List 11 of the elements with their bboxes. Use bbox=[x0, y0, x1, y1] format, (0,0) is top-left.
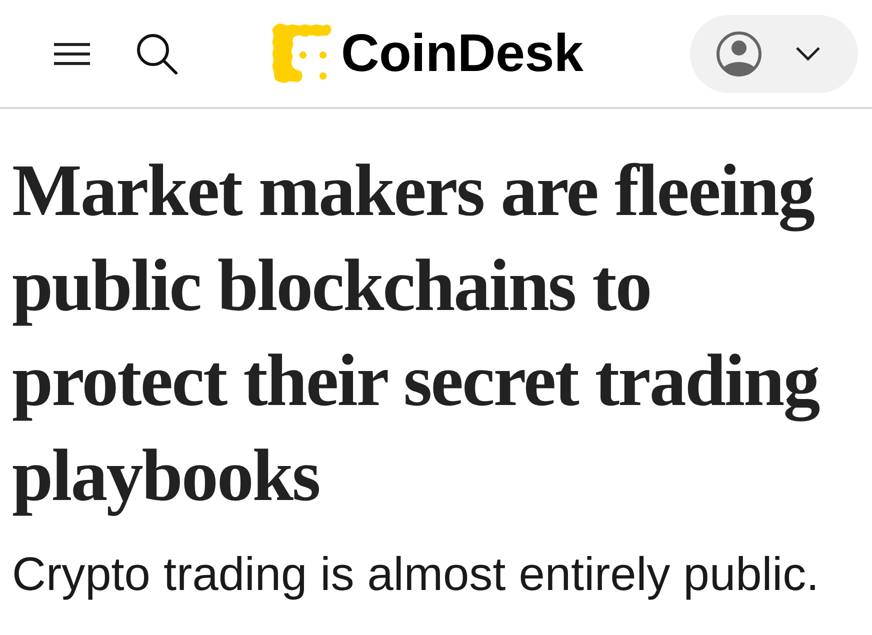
menu-button[interactable] bbox=[54, 42, 90, 66]
logo-link[interactable]: CoinDesk bbox=[272, 23, 584, 84]
user-avatar-icon bbox=[716, 30, 762, 76]
article-headline: Market makers are fleeing public blockchains to protect their secret trading playbooks bbox=[12, 149, 820, 519]
search-button[interactable] bbox=[136, 32, 178, 74]
article-subheadline: Crypto trading is almost entirely public. bbox=[12, 546, 820, 602]
logo-icon bbox=[272, 23, 332, 84]
chevron-down-icon bbox=[795, 46, 821, 61]
search-icon bbox=[136, 32, 178, 74]
menu-icon bbox=[54, 42, 90, 66]
logo-text: CoinDesk bbox=[341, 27, 584, 80]
